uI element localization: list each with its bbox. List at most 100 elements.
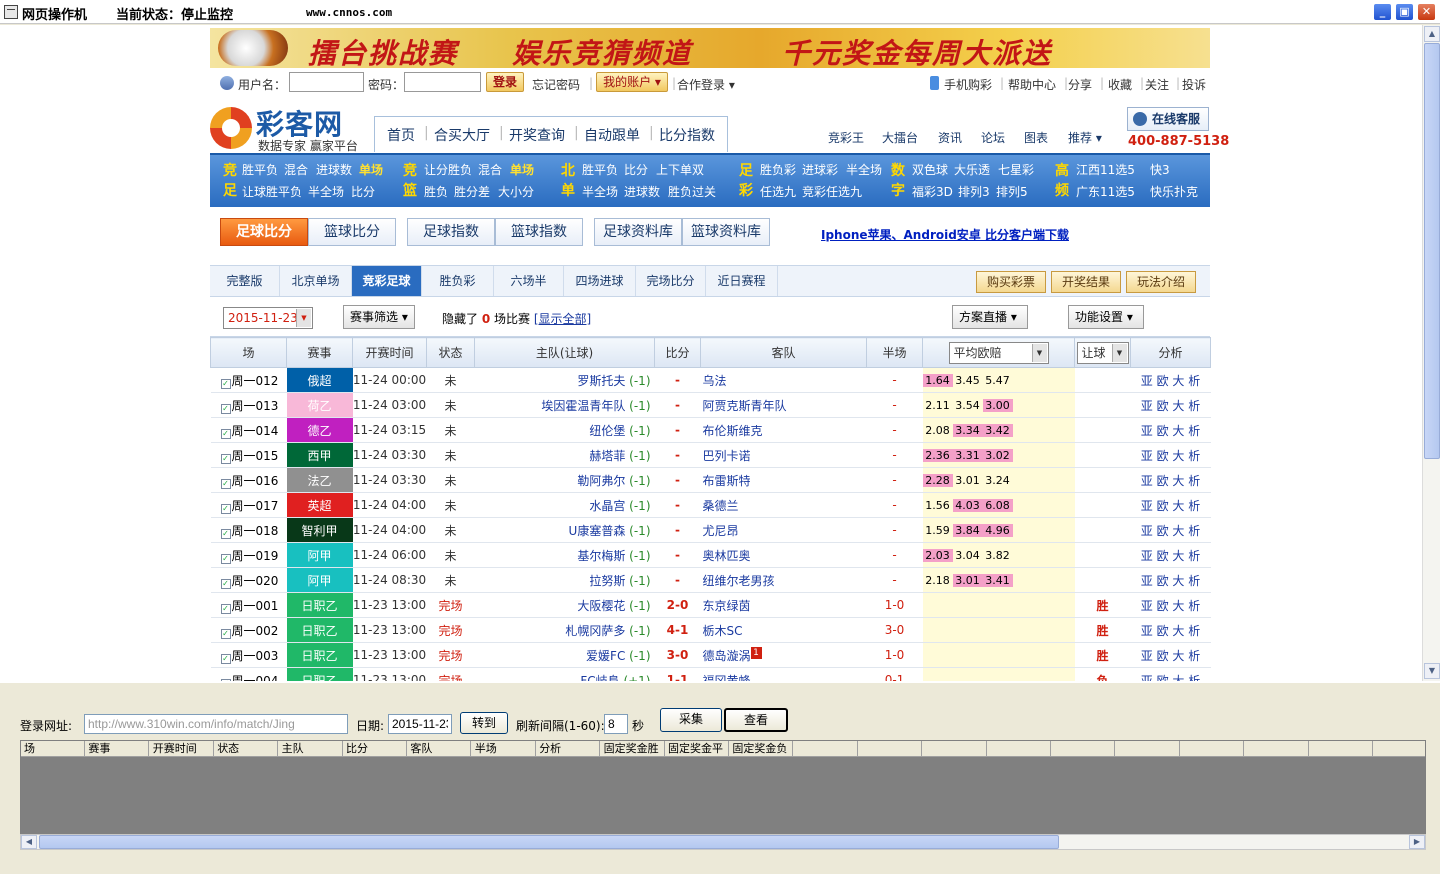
grid-col-header[interactable]: 客队: [407, 741, 472, 757]
grid-col-header[interactable]: 固定奖金胜: [601, 741, 665, 757]
home-team[interactable]: 埃因霍温青年队: [541, 399, 625, 413]
minimize-button[interactable]: _: [1373, 3, 1392, 21]
scroll-thumb[interactable]: [1424, 43, 1440, 459]
home-team[interactable]: 勒阿弗尔: [577, 474, 625, 488]
url-input[interactable]: [84, 714, 348, 734]
match-checkbox[interactable]: ✓: [220, 553, 231, 564]
home-team[interactable]: 赫塔菲: [589, 449, 625, 463]
lotto-link[interactable]: 半全场: [846, 161, 882, 178]
tab-basketball-database[interactable]: 篮球资料库: [682, 218, 770, 246]
grid-col-header[interactable]: 状态: [214, 741, 279, 757]
lotto-link[interactable]: 福彩3D: [912, 183, 953, 200]
away-team[interactable]: 桑德兰: [703, 499, 739, 513]
lotto-link[interactable]: 竞彩任选九: [802, 183, 862, 200]
lotto-link[interactable]: 胜负过关: [668, 183, 716, 200]
nav-arena[interactable]: 大擂台: [882, 129, 918, 146]
away-team[interactable]: 乌法: [703, 374, 727, 388]
grid-col-header[interactable]: 比分: [343, 741, 407, 757]
analysis-links[interactable]: 亚 欧 大 析: [1130, 492, 1211, 518]
analysis-links[interactable]: 亚 欧 大 析: [1130, 367, 1211, 393]
analysis-links[interactable]: 亚 欧 大 析: [1130, 442, 1211, 468]
lotto-link[interactable]: 胜平负: [242, 161, 278, 178]
match-checkbox[interactable]: ✓: [220, 628, 231, 639]
home-team[interactable]: 大阪樱花: [577, 599, 625, 613]
handicap-select[interactable]: 让球 ▼: [1076, 341, 1129, 364]
home-team[interactable]: 札幌冈萨多: [565, 624, 625, 638]
top-link-help[interactable]: 帮助中心: [1008, 76, 1056, 93]
odds-type-select[interactable]: 平均欧赔 ▼: [948, 341, 1049, 364]
promo-banner[interactable]: 擂台挑战赛 娱乐竞猜频道 千元奖金每周大派送: [210, 28, 1210, 70]
analysis-links[interactable]: 亚 欧 大 析: [1130, 642, 1211, 668]
nav-charts[interactable]: 图表: [1024, 129, 1048, 146]
my-account-button[interactable]: 我的账户 ▾: [596, 72, 668, 92]
analysis-links[interactable]: 亚 欧 大 析: [1130, 392, 1211, 418]
analysis-links[interactable]: 亚 欧 大 析: [1130, 417, 1211, 443]
client-download-link[interactable]: Iphone苹果、Android安卓 比分客户端下载: [821, 226, 1069, 243]
lotto-link[interactable]: 任选九: [760, 183, 796, 200]
subtab-shengfu[interactable]: 胜负彩: [422, 266, 494, 296]
top-link-favorite[interactable]: 收藏: [1108, 76, 1132, 93]
plan-live-button[interactable]: 方案直播 ▾: [952, 305, 1028, 329]
analysis-links[interactable]: 亚 欧 大 析: [1130, 667, 1211, 681]
vertical-scrollbar[interactable]: ▲ ▼: [1422, 25, 1440, 681]
league-badge[interactable]: 法乙: [286, 467, 353, 493]
scroll-left-icon[interactable]: ◀: [21, 835, 37, 849]
table-row[interactable]: ✓ 周一012 俄超 11-24 00:00 未罗斯托夫 (-1) - 乌法 -1.64 3.4…: [210, 367, 1211, 393]
table-row[interactable]: ✓ 周一002 日职乙 11-23 13:00 完场 札幌冈萨多 (-1) 4-1 栃木SC 3…: [210, 617, 1211, 643]
nav-jingcai-king[interactable]: 竞彩王: [828, 129, 864, 146]
analysis-links[interactable]: 亚 欧 大 析: [1130, 542, 1211, 568]
league-badge[interactable]: 阿甲: [286, 567, 353, 593]
subtab-beijing[interactable]: 北京单场: [280, 266, 352, 296]
league-badge[interactable]: 德乙: [286, 417, 353, 443]
horizontal-scrollbar[interactable]: ◀ ▶: [20, 834, 1426, 850]
grid-col-header[interactable]: [923, 741, 987, 757]
tab-basketball-index[interactable]: 篮球指数: [495, 218, 583, 246]
maximize-button[interactable]: ▣: [1395, 3, 1414, 21]
subtab-liuchangban[interactable]: 六场半: [494, 266, 564, 296]
match-checkbox[interactable]: ✓: [220, 578, 231, 589]
league-badge[interactable]: 西甲: [286, 442, 353, 468]
home-team[interactable]: 水晶宫: [589, 499, 625, 513]
lotto-link[interactable]: 让分胜负: [424, 161, 472, 178]
lotto-link[interactable]: 半全场: [308, 183, 344, 200]
collect-button[interactable]: 采集: [660, 708, 722, 732]
match-checkbox[interactable]: ✓: [220, 378, 231, 389]
lotto-link[interactable]: 上下单双: [656, 161, 704, 178]
table-row[interactable]: ✓ 周一013 荷乙 11-24 03:00 未埃因霍温青年队 (-1) - 阿贾克斯青年队…: [210, 392, 1211, 418]
lotto-link[interactable]: 双色球: [912, 161, 948, 178]
away-team[interactable]: 布雷斯特: [703, 474, 751, 488]
league-badge[interactable]: 日职乙: [286, 667, 353, 681]
home-team[interactable]: FC岐阜: [580, 674, 619, 682]
top-link-mobile[interactable]: 手机购彩: [944, 76, 992, 93]
lotto-link[interactable]: 排列3: [958, 183, 990, 200]
away-team[interactable]: 奥林匹奥: [703, 549, 751, 563]
home-team[interactable]: 基尔梅斯: [577, 549, 625, 563]
grid-col-header[interactable]: [858, 741, 923, 757]
nav-forum[interactable]: 论坛: [981, 129, 1005, 146]
analysis-links[interactable]: 亚 欧 大 析: [1130, 617, 1211, 643]
scroll-up-icon[interactable]: ▲: [1424, 26, 1440, 42]
grid-col-header[interactable]: [794, 741, 858, 757]
lotto-link[interactable]: 江西11选5: [1076, 161, 1135, 178]
table-row[interactable]: ✓ 周一018 智利甲 11-24 04:00 未 U康塞普森 (-1) - 尤尼昂 -1.59…: [210, 517, 1211, 543]
subtab-finished[interactable]: 完场比分: [636, 266, 706, 296]
tab-football-database[interactable]: 足球资料库: [594, 218, 682, 246]
event-filter-button[interactable]: 赛事筛选 ▾: [343, 305, 415, 329]
table-row[interactable]: ✓ 周一017 英超 11-24 04:00 未水晶宫 (-1) - 桑德兰 -1.56 4.0…: [210, 492, 1211, 518]
scroll-right-icon[interactable]: ▶: [1409, 835, 1425, 849]
grid-col-header[interactable]: [987, 741, 1051, 757]
away-team[interactable]: 布伦斯维克: [703, 424, 763, 438]
lotto-link[interactable]: 进球数: [316, 161, 352, 178]
grid-col-header[interactable]: 场: [21, 741, 85, 757]
match-checkbox[interactable]: ✓: [220, 503, 231, 514]
forgot-password-link[interactable]: 忘记密码: [532, 76, 580, 93]
lotto-link[interactable]: 大乐透: [954, 161, 990, 178]
away-team[interactable]: 巴列卡诺: [703, 449, 751, 463]
grid-col-header[interactable]: [1116, 741, 1180, 757]
lotto-link[interactable]: 单场: [359, 161, 383, 178]
away-team[interactable]: 阿贾克斯青年队: [703, 399, 787, 413]
buy-lottery-button[interactable]: 购买彩票: [976, 271, 1046, 293]
lotto-link[interactable]: 胜平负: [582, 161, 618, 178]
nav-score-index[interactable]: 比分指数: [659, 125, 715, 145]
subtab-schedule[interactable]: 近日赛程: [706, 266, 778, 296]
